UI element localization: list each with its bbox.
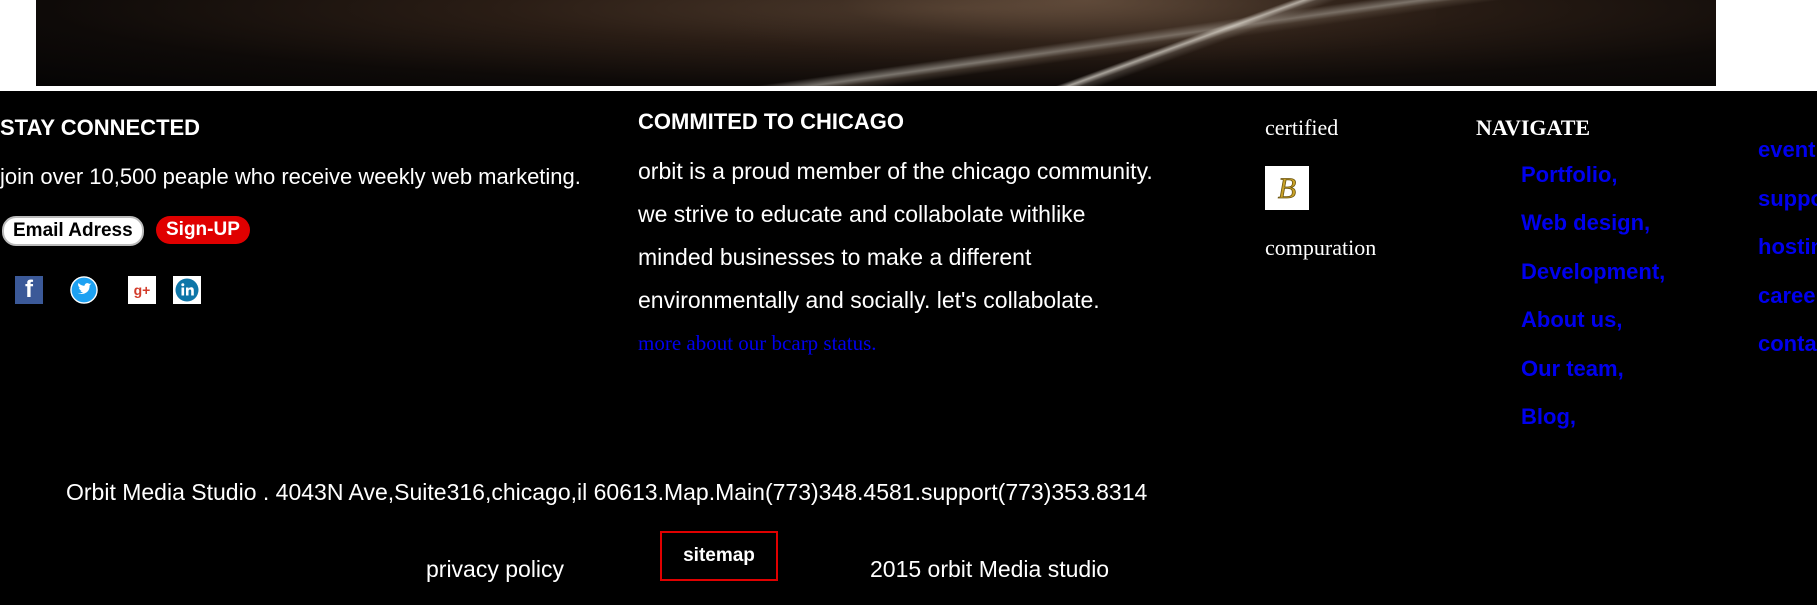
- sitemap-label: sitemap: [683, 545, 755, 566]
- page: STAY CONNECTED join over 10,500 peaple w…: [0, 0, 1817, 605]
- stay-connected-title: STAY CONNECTED: [0, 115, 201, 140]
- twitter-icon[interactable]: [70, 276, 98, 304]
- site-footer: STAY CONNECTED join over 10,500 peaple w…: [0, 91, 1817, 605]
- chicago-text-line: minded businesses to make a different: [638, 244, 1032, 270]
- nav-link-about-us[interactable]: About us,: [1521, 307, 1622, 333]
- google-plus-icon[interactable]: g+: [128, 276, 156, 304]
- nav-link-portfolio[interactable]: Portfolio,: [1521, 162, 1618, 188]
- hero-streak: [996, 0, 1416, 86]
- bcorp-badge-icon: B: [1265, 166, 1309, 210]
- copyright-text: 2015 orbit Media studio: [870, 556, 1110, 582]
- signup-button[interactable]: Sign-UP: [156, 216, 250, 244]
- more-link-careers[interactable]: caree: [1758, 283, 1816, 309]
- more-link-hosting[interactable]: hostin: [1758, 234, 1817, 260]
- chicago-title: COMMITED TO CHICAGO: [638, 109, 905, 134]
- sitemap-button[interactable]: sitemap: [660, 531, 778, 581]
- hero-image: [36, 0, 1716, 86]
- stay-connected-text: join over 10,500 peaple who receive week…: [0, 164, 581, 189]
- chicago-text-line: we strive to educate and collabolate wit…: [638, 201, 1086, 227]
- certified-sub-label: compuration: [1265, 235, 1377, 260]
- more-link-events[interactable]: event: [1758, 137, 1815, 163]
- navigate-title: NAVIGATE: [1476, 115, 1591, 140]
- svg-text:B: B: [1278, 172, 1296, 205]
- bcorp-status-link[interactable]: more about our bcarp status.: [638, 331, 877, 356]
- chicago-text-line: orbit is a proud member of the chicago c…: [638, 158, 1153, 184]
- linkedin-icon[interactable]: [173, 276, 201, 304]
- email-address-field[interactable]: Email Adress: [2, 216, 144, 246]
- chicago-text-line: environmentally and socially. let's coll…: [638, 287, 1100, 313]
- facebook-icon[interactable]: f: [15, 276, 43, 304]
- nav-link-blog[interactable]: Blog,: [1521, 404, 1576, 430]
- nav-link-our-team[interactable]: Our team,: [1521, 356, 1624, 382]
- more-link-contact[interactable]: conta: [1758, 331, 1817, 357]
- nav-link-web-design[interactable]: Web design,: [1521, 210, 1650, 236]
- nav-link-development[interactable]: Development,: [1521, 259, 1665, 285]
- footer-address: Orbit Media Studio . 4043N Ave,Suite316,…: [66, 479, 1148, 505]
- privacy-policy-link[interactable]: privacy policy: [426, 556, 564, 583]
- more-link-support[interactable]: suppo: [1758, 186, 1817, 212]
- certified-label: certified: [1265, 115, 1339, 140]
